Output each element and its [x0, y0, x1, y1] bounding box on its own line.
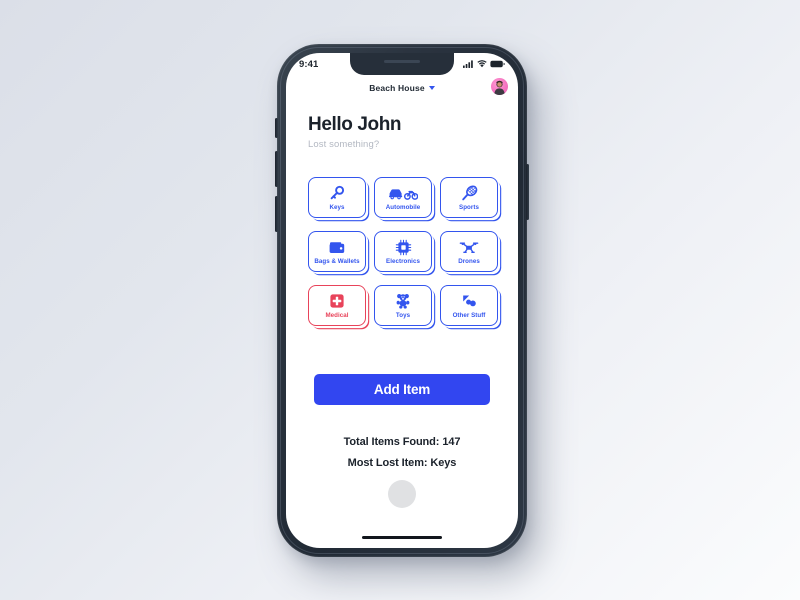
category-grid: Keys Automobile Sports Bags & Wallets El… — [308, 177, 498, 326]
greeting-block: Hello John Lost something? — [308, 114, 402, 150]
display-notch — [350, 53, 454, 75]
category-label: Drones — [458, 257, 480, 265]
category-tile-toys[interactable]: Toys — [374, 285, 432, 326]
screenshot-canvas: 9:41 Beach House Hello John Lost somethi… — [0, 0, 800, 600]
category-tile-automobile[interactable]: Automobile — [374, 177, 432, 218]
total-items-value: 147 — [442, 436, 461, 448]
category-label: Automobile — [385, 203, 421, 211]
placeholder-avatar-circle — [388, 480, 416, 508]
category-tile-drones[interactable]: Drones — [440, 231, 498, 272]
page-subtitle: Lost something? — [308, 138, 380, 150]
medical-cross-icon — [329, 293, 345, 310]
phone-device-frame: 9:41 Beach House Hello John Lost somethi… — [275, 44, 529, 557]
cellular-signal-icon — [463, 55, 474, 73]
category-label: Sports — [459, 203, 479, 211]
earpiece-speaker — [384, 60, 420, 63]
home-indicator[interactable] — [362, 535, 442, 539]
page-title: Hello John — [308, 114, 402, 135]
shapes-icon — [461, 293, 478, 310]
category-tile-sports[interactable]: Sports — [440, 177, 498, 218]
total-items-row: Total Items Found: 147 — [286, 436, 518, 448]
category-label: Electronics — [386, 257, 420, 265]
status-bar-time: 9:41 — [299, 58, 319, 70]
category-label: Other Stuff — [452, 311, 486, 319]
category-tile-other-stuff[interactable]: Other Stuff — [440, 285, 498, 326]
app-header: Beach House — [286, 75, 518, 101]
category-tile-medical[interactable]: Medical — [308, 285, 366, 326]
teddy-bear-icon — [395, 293, 411, 310]
category-tile-bags-wallets[interactable]: Bags & Wallets — [308, 231, 366, 272]
location-name: Beach House — [369, 83, 425, 93]
drone-icon — [459, 239, 479, 256]
category-tile-keys[interactable]: Keys — [308, 177, 366, 218]
stats-block: Total Items Found: 147 Most Lost Item: K… — [286, 436, 518, 478]
user-avatar[interactable] — [491, 78, 508, 95]
wifi-icon — [477, 55, 487, 73]
key-icon — [329, 185, 345, 202]
category-label: Medical — [325, 311, 349, 319]
status-bar-icons — [463, 55, 505, 73]
wallet-icon — [328, 239, 346, 256]
category-label: Keys — [329, 203, 345, 211]
silent-switch-button[interactable] — [275, 118, 278, 138]
add-item-button[interactable]: Add Item — [314, 374, 490, 405]
category-label: Toys — [395, 311, 411, 319]
battery-icon — [490, 55, 505, 73]
most-lost-row: Most Lost Item: Keys — [286, 457, 518, 469]
racket-icon — [461, 185, 478, 202]
car-motorcycle-icon — [388, 185, 418, 202]
category-tile-electronics[interactable]: Electronics — [374, 231, 432, 272]
most-lost-label: Most Lost Item: — [347, 457, 428, 469]
volume-down-button[interactable] — [275, 196, 278, 232]
phone-screen: 9:41 Beach House Hello John Lost somethi… — [286, 53, 518, 548]
volume-up-button[interactable] — [275, 151, 278, 187]
total-items-label: Total Items Found: — [343, 436, 440, 448]
most-lost-value: Keys — [430, 457, 457, 469]
power-button[interactable] — [526, 164, 529, 220]
chevron-down-icon — [428, 86, 435, 90]
location-selector[interactable]: Beach House — [369, 83, 435, 93]
category-label: Bags & Wallets — [314, 257, 360, 265]
chip-icon — [395, 239, 412, 256]
